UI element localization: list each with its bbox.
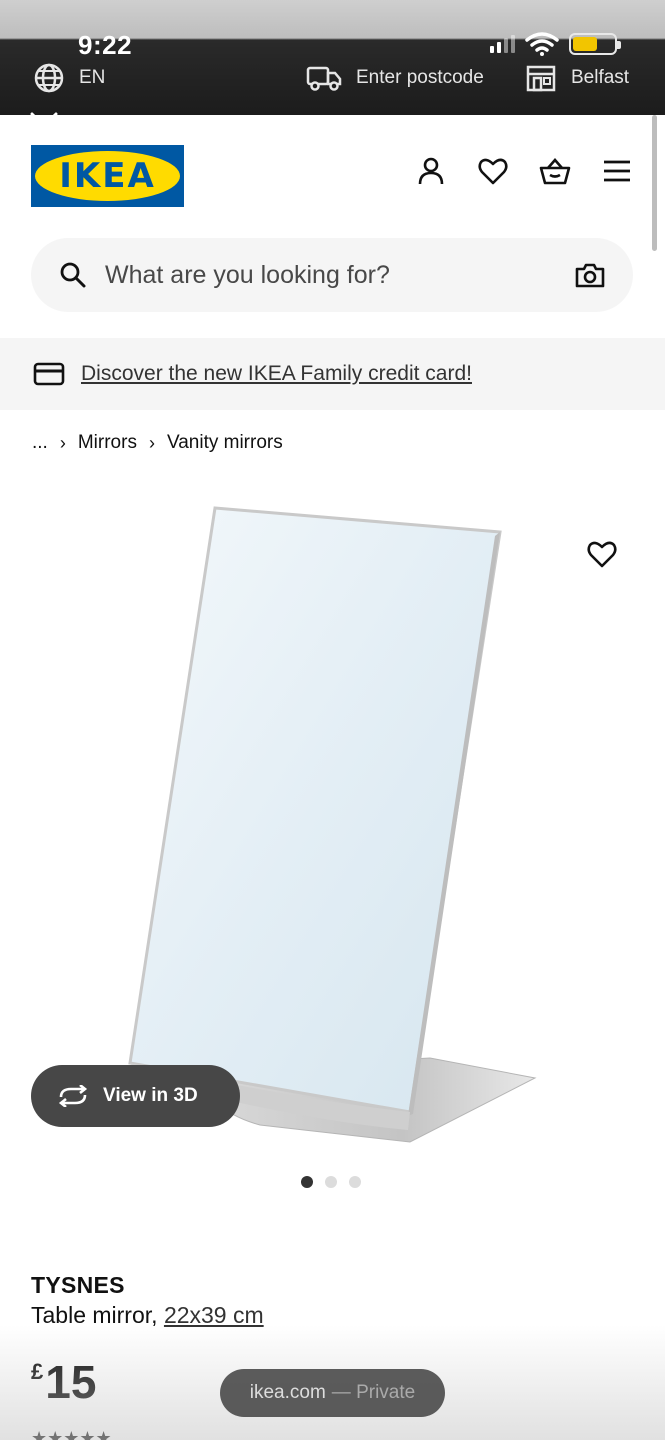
store-selector[interactable]: Belfast bbox=[525, 58, 629, 98]
product-favourite-button[interactable] bbox=[587, 540, 617, 573]
ikea-logo[interactable]: IKEA bbox=[31, 145, 184, 207]
postcode-label: Enter postcode bbox=[356, 67, 484, 88]
battery-icon bbox=[569, 33, 621, 55]
browser-address-pill[interactable]: ikea.com — Private bbox=[220, 1369, 445, 1417]
promo-link[interactable]: Discover the new IKEA Family credit card… bbox=[81, 362, 472, 386]
status-icons bbox=[490, 32, 621, 56]
price-currency: £ bbox=[31, 1359, 44, 1384]
search-input[interactable]: What are you looking for? bbox=[105, 261, 575, 290]
rating-stars[interactable]: ★★★★★ bbox=[31, 1428, 112, 1440]
search-icon bbox=[60, 262, 86, 288]
account-button[interactable] bbox=[415, 155, 447, 187]
chevron-right-icon: › bbox=[148, 432, 155, 453]
breadcrumb-item-vanity-mirrors[interactable]: Vanity mirrors bbox=[167, 432, 283, 454]
gallery-dot[interactable] bbox=[349, 1176, 361, 1188]
gallery-dot[interactable] bbox=[301, 1176, 313, 1188]
postcode-button[interactable]: Enter postcode bbox=[306, 58, 484, 98]
view-in-3d-label: View in 3D bbox=[103, 1085, 198, 1106]
hamburger-icon bbox=[604, 160, 630, 182]
status-time: 9:22 bbox=[78, 30, 133, 60]
product-description: Table mirror, 22x39 cm bbox=[31, 1302, 264, 1328]
view-in-3d-button[interactable]: View in 3D bbox=[31, 1065, 240, 1127]
heart-icon bbox=[587, 541, 617, 568]
truck-icon bbox=[306, 66, 342, 91]
rotate-3d-icon bbox=[58, 1085, 88, 1107]
globe-icon bbox=[34, 63, 64, 93]
browser-private-label: — Private bbox=[331, 1382, 416, 1403]
gallery-dot[interactable] bbox=[325, 1176, 337, 1188]
favourites-button[interactable] bbox=[477, 155, 509, 187]
header-actions bbox=[415, 155, 633, 187]
promo-banner: Discover the new IKEA Family credit card… bbox=[0, 338, 665, 410]
chevron-right-icon: › bbox=[59, 432, 66, 453]
search-bar[interactable]: What are you looking for? bbox=[31, 238, 633, 312]
basket-button[interactable] bbox=[539, 155, 571, 187]
breadcrumb: ... › Mirrors › Vanity mirrors bbox=[32, 432, 283, 454]
browser-domain: ikea.com bbox=[249, 1382, 326, 1403]
utility-row: EN Enter postcode Belfast bbox=[0, 58, 665, 98]
basket-icon bbox=[539, 158, 571, 185]
wifi-icon bbox=[525, 32, 559, 56]
price-value: 15 bbox=[45, 1356, 97, 1408]
camera-icon[interactable] bbox=[575, 262, 605, 288]
close-icon[interactable] bbox=[28, 110, 60, 142]
gallery-pagination bbox=[301, 1176, 361, 1188]
breadcrumb-ellipsis[interactable]: ... bbox=[32, 432, 48, 454]
menu-button[interactable] bbox=[601, 155, 633, 187]
breadcrumb-item-mirrors[interactable]: Mirrors bbox=[78, 432, 137, 454]
product-dimensions-link[interactable]: 22x39 cm bbox=[164, 1302, 264, 1328]
scrollbar[interactable] bbox=[652, 115, 657, 251]
language-label: EN bbox=[79, 67, 106, 88]
language-selector[interactable]: EN bbox=[33, 58, 105, 98]
product-name: TYSNES bbox=[31, 1272, 125, 1298]
signal-icon bbox=[490, 35, 515, 53]
heart-icon bbox=[478, 158, 508, 185]
product-price: £ 15 bbox=[31, 1355, 96, 1409]
store-label: Belfast bbox=[571, 67, 630, 88]
user-icon bbox=[418, 157, 444, 185]
store-icon bbox=[526, 65, 556, 92]
credit-card-icon bbox=[33, 362, 65, 386]
